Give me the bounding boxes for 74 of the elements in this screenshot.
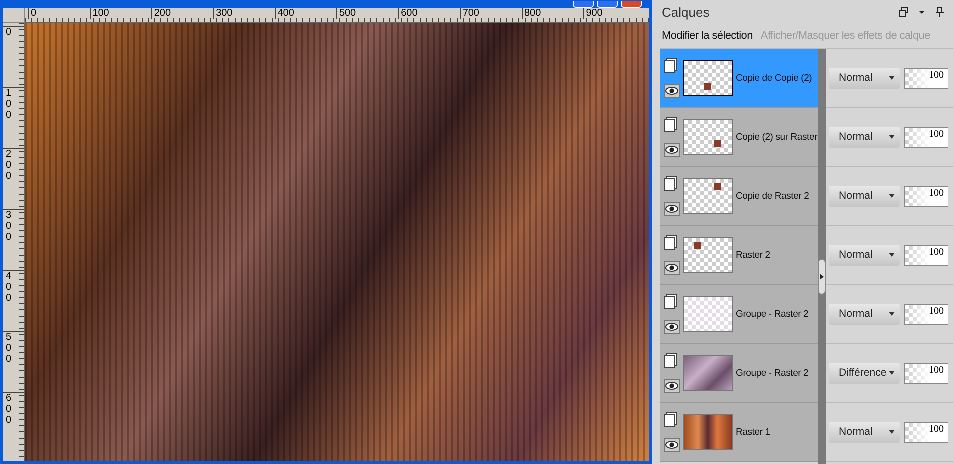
- splitter-handle[interactable]: [818, 259, 826, 295]
- caret-icon: [889, 76, 895, 80]
- pin-icon[interactable]: [935, 7, 945, 17]
- caret-icon: [889, 194, 895, 198]
- caret-icon: [889, 430, 895, 434]
- ruler-label: 400: [6, 271, 13, 304]
- opacity-field[interactable]: 100: [904, 186, 948, 206]
- eye-icon[interactable]: [664, 438, 680, 452]
- ruler-label: 100: [6, 88, 13, 121]
- opacity-field[interactable]: 100: [904, 422, 948, 442]
- ruler-label: 200: [6, 149, 13, 182]
- ruler-label: 900: [583, 8, 645, 19]
- layer-name: Copie de Copie (2): [736, 72, 812, 84]
- layer-page-icon[interactable]: [664, 117, 678, 133]
- layer-page-icon[interactable]: [664, 412, 678, 428]
- eye-icon[interactable]: [664, 143, 680, 157]
- close-button[interactable]: [621, 1, 642, 8]
- ruler-label: 800: [522, 8, 584, 19]
- layer-row[interactable]: Raster 1: [660, 403, 818, 462]
- layer-name: Copie (2) sur Raster: [736, 132, 818, 142]
- blend-mode-dropdown[interactable]: Normal: [829, 186, 900, 206]
- ruler-label: 500: [336, 8, 398, 19]
- layer-page-icon[interactable]: [664, 353, 678, 369]
- caret-icon: [889, 312, 895, 316]
- eye-icon[interactable]: [664, 379, 680, 393]
- layer-page-icon[interactable]: [664, 58, 678, 74]
- ruler-label: 300: [6, 210, 13, 243]
- opacity-field[interactable]: 100: [904, 68, 948, 88]
- ruler-label: 300: [213, 8, 275, 19]
- layer-page-icon[interactable]: [664, 176, 678, 192]
- ruler-label: 400: [274, 8, 336, 19]
- maximize-button[interactable]: [597, 1, 618, 8]
- layer-row[interactable]: Copie de Copie (2): [660, 49, 818, 108]
- caret-icon: [889, 253, 895, 257]
- eye-icon[interactable]: [664, 320, 680, 334]
- layer-row[interactable]: Copie (2) sur Raster: [660, 108, 818, 167]
- layer-row[interactable]: Groupe - Raster 2: [660, 285, 818, 344]
- layer-name: Raster 1: [736, 426, 770, 438]
- layer-name: Copie de Raster 2: [736, 190, 810, 202]
- ruler-label: 100: [90, 8, 152, 19]
- ruler-label: 0: [28, 8, 90, 19]
- layer-row[interactable]: Copie de Raster 2: [660, 167, 818, 226]
- panel-title: Calques: [661, 4, 711, 20]
- opacity-field[interactable]: 100: [904, 126, 948, 148]
- layer-page-icon[interactable]: [664, 294, 678, 310]
- ruler-label: 0: [6, 27, 13, 38]
- toolbar-link[interactable]: Modifier la sélection: [662, 30, 753, 42]
- eye-icon[interactable]: [664, 202, 680, 216]
- opacity-field[interactable]: 100: [904, 244, 948, 266]
- blend-mode-dropdown[interactable]: Différence: [829, 362, 900, 384]
- blend-mode-dropdown[interactable]: Normal: [829, 422, 900, 442]
- layer-row[interactable]: Raster 2: [660, 226, 818, 285]
- blend-mode-dropdown[interactable]: Normal: [829, 304, 900, 324]
- layer-page-icon[interactable]: [664, 235, 678, 251]
- blend-mode-dropdown[interactable]: Normal: [829, 244, 900, 266]
- ruler-label: 600: [398, 8, 460, 19]
- ruler-label: 500: [6, 332, 13, 365]
- opacity-field[interactable]: 100: [904, 362, 948, 384]
- window-icon[interactable]: [899, 7, 909, 17]
- layer-name: Groupe - Raster 2: [736, 308, 809, 320]
- minimize-button[interactable]: [573, 1, 594, 8]
- caret-icon: [889, 371, 895, 375]
- blend-mode-dropdown[interactable]: Normal: [829, 68, 900, 88]
- blend-mode-dropdown[interactable]: Normal: [829, 126, 900, 148]
- ruler-label: 700: [460, 8, 522, 19]
- layer-name: Raster 2: [736, 250, 770, 260]
- layer-row[interactable]: Groupe - Raster 2: [660, 344, 818, 403]
- layer-name: Groupe - Raster 2: [736, 368, 809, 378]
- caret-icon: [889, 135, 895, 139]
- eye-icon[interactable]: [664, 84, 680, 98]
- opacity-field[interactable]: 100: [904, 304, 948, 324]
- eye-icon[interactable]: [664, 261, 680, 275]
- ruler-label: 600: [6, 393, 13, 426]
- ruler-label: 200: [151, 8, 214, 19]
